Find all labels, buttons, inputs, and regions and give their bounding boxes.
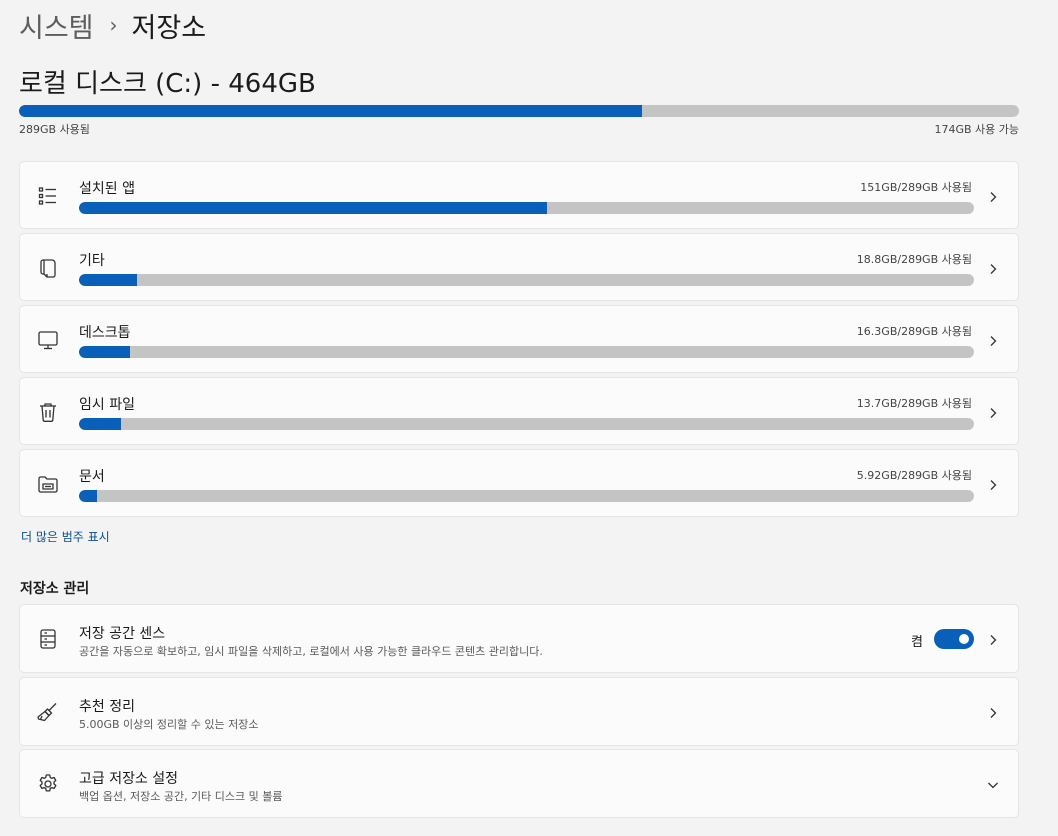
category-size: 13.7GB/289GB 사용됨: [856, 397, 972, 410]
show-more-categories-link[interactable]: 더 많은 범주 표시: [21, 528, 110, 545]
storage-sense-toggle-state: 켬: [911, 635, 923, 650]
chevron-right-icon: [986, 477, 1000, 491]
chevron-right-icon: [986, 189, 1000, 203]
chevron-right-icon: [986, 632, 1000, 646]
category-usage-bar-fill: [79, 202, 548, 214]
advanced-storage-description: 백업 옵션, 저장소 공간, 기타 디스크 및 볼륨: [79, 790, 283, 803]
storage-sense-toggle[interactable]: [934, 629, 974, 649]
chevron-right-icon: [986, 705, 1000, 719]
breadcrumb: 시스템 › 저장소: [19, 4, 206, 46]
category-label: 문서: [79, 469, 105, 485]
documents-folder-icon: [36, 472, 60, 496]
category-usage-bar-fill: [79, 346, 130, 358]
category-size: 151GB/289GB 사용됨: [860, 181, 972, 194]
desktop-icon: [36, 328, 60, 352]
chevron-down-icon[interactable]: [986, 777, 1000, 791]
drive-usage-bar: [19, 105, 1019, 117]
trash-icon: [36, 400, 60, 424]
category-documents[interactable]: 문서 5.92GB/289GB 사용됨: [19, 449, 1019, 517]
category-usage-bar: [79, 346, 974, 358]
category-label: 설치된 앱: [79, 181, 135, 197]
drive-usage-bar-fill: [19, 105, 642, 117]
storage-management-heading: 저장소 관리: [20, 581, 90, 597]
chevron-right-icon: [986, 333, 1000, 347]
category-other[interactable]: 기타 18.8GB/289GB 사용됨: [19, 233, 1019, 301]
cleanup-title: 추천 정리: [79, 699, 135, 715]
category-label: 임시 파일: [79, 397, 135, 413]
category-size: 16.3GB/289GB 사용됨: [856, 325, 972, 338]
advanced-storage-title: 고급 저장소 설정: [79, 771, 179, 787]
storage-drive-icon: [36, 627, 60, 651]
cleanup-description: 5.00GB 이상의 정리할 수 있는 저장소: [79, 718, 259, 731]
breadcrumb-separator-icon: ›: [109, 13, 118, 37]
category-usage-bar: [79, 418, 974, 430]
storage-sense-description: 공간을 자동으로 확보하고, 임시 파일을 삭제하고, 로컬에서 사용 가능한 …: [79, 645, 543, 658]
cleanup-recommendations-card[interactable]: 추천 정리 5.00GB 이상의 정리할 수 있는 저장소: [19, 677, 1019, 746]
category-installed-apps[interactable]: 설치된 앱 151GB/289GB 사용됨: [19, 161, 1019, 229]
category-usage-bar: [79, 202, 974, 214]
category-label: 기타: [79, 253, 105, 269]
category-usage-bar: [79, 274, 974, 286]
storage-sense-title: 저장 공간 센스: [79, 626, 166, 642]
drive-used-label: 289GB 사용됨: [19, 123, 90, 136]
category-size: 5.92GB/289GB 사용됨: [856, 469, 972, 482]
toggle-knob: [959, 634, 969, 644]
storage-sense-card[interactable]: 저장 공간 센스 공간을 자동으로 확보하고, 임시 파일을 삭제하고, 로컬에…: [19, 604, 1019, 673]
category-size: 18.8GB/289GB 사용됨: [856, 253, 972, 266]
chevron-right-icon: [986, 405, 1000, 419]
breadcrumb-system-link[interactable]: 시스템: [19, 6, 94, 45]
category-usage-bar-fill: [79, 418, 122, 430]
drive-title: 로컬 디스크 (C:) - 464GB: [19, 69, 316, 99]
chevron-right-icon: [986, 261, 1000, 275]
page-title: 저장소: [131, 12, 207, 44]
drive-free-label: 174GB 사용 가능: [934, 123, 1019, 136]
category-label: 데스크톱: [79, 325, 131, 341]
apps-list-icon: [36, 184, 60, 208]
gear-icon: [36, 772, 60, 796]
advanced-storage-settings-card[interactable]: 고급 저장소 설정 백업 옵션, 저장소 공간, 기타 디스크 및 볼륨: [19, 749, 1019, 818]
category-usage-bar-fill: [79, 274, 138, 286]
category-desktop[interactable]: 데스크톱 16.3GB/289GB 사용됨: [19, 305, 1019, 373]
category-usage-bar: [79, 490, 974, 502]
other-files-icon: [36, 256, 60, 280]
storage-settings-page: 시스템 › 저장소 로컬 디스크 (C:) - 464GB 289GB 사용됨 …: [0, 0, 1058, 836]
category-temp-files[interactable]: 임시 파일 13.7GB/289GB 사용됨: [19, 377, 1019, 445]
category-usage-bar-fill: [79, 490, 97, 502]
broom-icon: [36, 700, 60, 724]
